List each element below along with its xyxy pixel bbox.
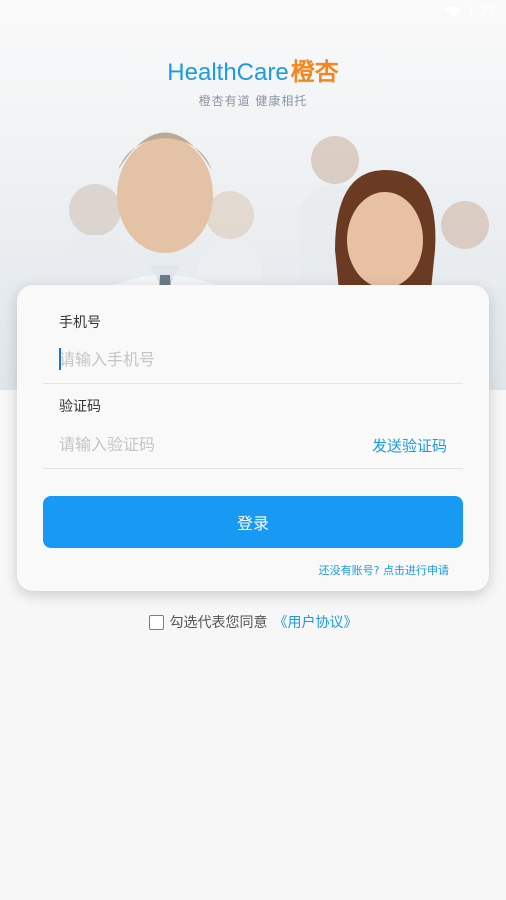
status-bar: 1:27 <box>0 0 506 24</box>
code-divider <box>43 468 463 469</box>
phone-label: 手机号 <box>59 315 101 331</box>
status-time: 1:27 <box>466 4 496 20</box>
login-card: 手机号 验证码 发送验证码 登录 还没有账号? 点击进行申请 <box>17 285 495 591</box>
agreement-checkbox[interactable] <box>148 614 164 630</box>
user-agreement-link[interactable]: 《用户协议》 <box>274 612 358 632</box>
code-label: 验证码 <box>59 399 101 415</box>
phone-divider <box>43 383 463 384</box>
phone-input[interactable] <box>43 341 495 377</box>
wifi-icon <box>444 6 461 18</box>
brand-name-cn: 橙杏 <box>290 59 339 86</box>
send-code-button[interactable]: 发送验证码 <box>372 435 447 456</box>
login-button[interactable]: 登录 <box>43 496 463 548</box>
register-link[interactable]: 还没有账号? 点击进行申请 <box>319 562 449 578</box>
brand-logo: HealthCare橙杏 <box>0 52 506 87</box>
brand-tagline: 橙杏有道 健康相托 <box>198 94 308 108</box>
agreement-text: 勾选代表您同意 <box>169 615 268 631</box>
brand-name-en: HealthCare <box>167 59 289 86</box>
text-caret <box>59 348 61 370</box>
code-input[interactable] <box>43 426 375 462</box>
agreement-row: 勾选代表您同意 《用户协议》 <box>0 612 506 632</box>
